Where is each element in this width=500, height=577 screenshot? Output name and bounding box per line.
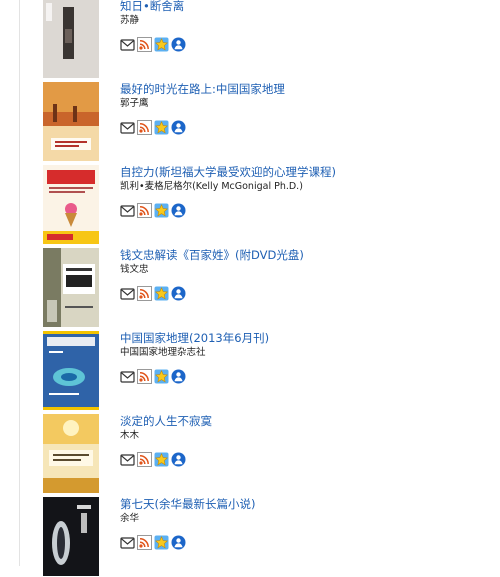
user-icon[interactable]: [171, 535, 186, 550]
star-icon[interactable]: [154, 535, 169, 550]
star-icon[interactable]: [154, 37, 169, 52]
book-author: 钱文忠: [120, 264, 149, 275]
list-item: 自控力(斯坦福大学最受欢迎的心理学课程) 凯利•麦格尼格尔(Kelly McGo…: [0, 165, 500, 245]
book-title-link[interactable]: 第七天(余华最新长篇小说): [120, 497, 255, 512]
star-icon[interactable]: [154, 369, 169, 384]
envelope-icon[interactable]: [120, 203, 135, 218]
book-cover[interactable]: [43, 0, 99, 78]
book-title-link[interactable]: 钱文忠解读《百家姓》(附DVD光盘): [120, 248, 304, 263]
list-item: 中国国家地理(2013年6月刊) 中国国家地理杂志社: [0, 331, 500, 411]
book-cover[interactable]: [43, 497, 99, 576]
list-item: 淡定的人生不寂寞 木木: [0, 414, 500, 494]
list-item: 第七天(余华最新长篇小说) 余华: [0, 497, 500, 577]
book-actions: [120, 452, 186, 468]
rss-feed-icon[interactable]: [137, 452, 152, 467]
user-icon[interactable]: [171, 203, 186, 218]
list-item: 知日•断舍离 苏静: [0, 0, 500, 79]
user-icon[interactable]: [171, 369, 186, 384]
user-icon[interactable]: [171, 452, 186, 467]
star-icon[interactable]: [154, 452, 169, 467]
book-author: 苏静: [120, 15, 140, 26]
book-actions: [120, 37, 186, 53]
book-cover[interactable]: [43, 248, 99, 327]
list-item: 钱文忠解读《百家姓》(附DVD光盘) 钱文忠: [0, 248, 500, 328]
rss-feed-icon[interactable]: [137, 120, 152, 135]
book-title-link[interactable]: 最好的时光在路上:中国国家地理: [120, 82, 285, 97]
book-actions: [120, 535, 186, 551]
book-author: 余华: [120, 513, 140, 524]
rss-feed-icon[interactable]: [137, 203, 152, 218]
rss-feed-icon[interactable]: [137, 286, 152, 301]
user-icon[interactable]: [171, 37, 186, 52]
list-item: 最好的时光在路上:中国国家地理 郭子鹰: [0, 82, 500, 162]
envelope-icon[interactable]: [120, 37, 135, 52]
book-cover[interactable]: [43, 414, 99, 493]
star-icon[interactable]: [154, 203, 169, 218]
envelope-icon[interactable]: [120, 452, 135, 467]
rss-feed-icon[interactable]: [137, 535, 152, 550]
rss-feed-icon[interactable]: [137, 369, 152, 384]
user-icon[interactable]: [171, 286, 186, 301]
book-title-link[interactable]: 淡定的人生不寂寞: [120, 414, 212, 429]
envelope-icon[interactable]: [120, 369, 135, 384]
rss-feed-icon[interactable]: [137, 37, 152, 52]
book-actions: [120, 286, 186, 302]
book-cover[interactable]: [43, 165, 99, 244]
book-actions: [120, 120, 186, 136]
user-icon[interactable]: [171, 120, 186, 135]
book-author: 中国国家地理杂志社: [120, 347, 206, 358]
star-icon[interactable]: [154, 120, 169, 135]
book-title-link[interactable]: 自控力(斯坦福大学最受欢迎的心理学课程): [120, 165, 336, 180]
book-actions: [120, 369, 186, 385]
book-cover[interactable]: [43, 331, 99, 410]
book-author: 郭子鹰: [120, 98, 149, 109]
envelope-icon[interactable]: [120, 535, 135, 550]
book-cover[interactable]: [43, 82, 99, 161]
book-author: 凯利•麦格尼格尔(Kelly McGonigal Ph.D.): [120, 181, 303, 192]
star-icon[interactable]: [154, 286, 169, 301]
book-title-link[interactable]: 知日•断舍离: [120, 0, 184, 14]
envelope-icon[interactable]: [120, 286, 135, 301]
book-author: 木木: [120, 430, 140, 441]
book-title-link[interactable]: 中国国家地理(2013年6月刊): [120, 331, 269, 346]
envelope-icon[interactable]: [120, 120, 135, 135]
book-actions: [120, 203, 186, 219]
